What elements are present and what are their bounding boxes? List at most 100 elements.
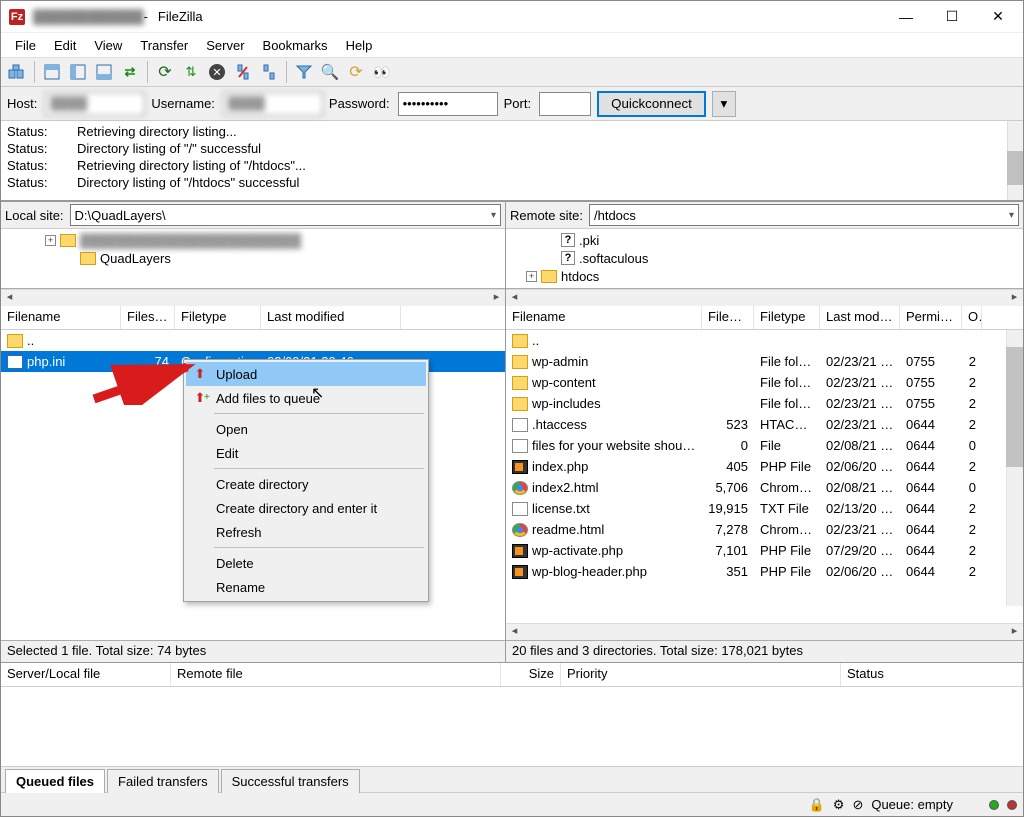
menu-file[interactable]: File [7, 36, 44, 55]
tree-node[interactable]: QuadLayers [5, 249, 501, 267]
file-row[interactable]: .. [1, 330, 505, 351]
context-menu-item[interactable]: Refresh [186, 520, 426, 544]
file-row[interactable]: wp-blog-header.php351PHP File02/06/20 2.… [506, 561, 1023, 582]
menu-help[interactable]: Help [338, 36, 381, 55]
local-site-row: Local site: D:\QuadLayers\ ▾ [1, 201, 505, 229]
sync-button[interactable]: ⟳ [344, 60, 368, 84]
col-owner[interactable]: O [962, 306, 982, 329]
col-filesize[interactable]: Filesize [121, 306, 175, 329]
context-menu-item[interactable]: Rename [186, 575, 426, 599]
toolbar: ⇄ ⟳ ⇅ ✕ 🔍 ⟳ 👀 [1, 57, 1023, 87]
queue-col-status[interactable]: Status [841, 663, 1023, 686]
remote-list-header: Filename Filesize Filetype Last modifi..… [506, 306, 1023, 330]
file-row[interactable]: wp-activate.php7,101PHP File07/29/20 0..… [506, 540, 1023, 561]
activity-led-send [989, 800, 999, 810]
file-row[interactable]: wp-contentFile folder02/23/21 0...07552 [506, 372, 1023, 393]
username-input[interactable] [223, 92, 323, 116]
remote-tree-hscroll[interactable]: ◂▸ [506, 289, 1023, 306]
disconnect-button[interactable] [231, 60, 255, 84]
queue-tab[interactable]: Failed transfers [107, 769, 219, 793]
queue-col-remote[interactable]: Remote file [171, 663, 501, 686]
col-filetype[interactable]: Filetype [175, 306, 261, 329]
file-row[interactable]: .htaccess523HTACCE...02/23/21 0...06442 [506, 414, 1023, 435]
tree-node[interactable]: +htdocs [510, 267, 1019, 285]
toggle-log-button[interactable] [40, 60, 64, 84]
context-menu-item[interactable]: Open [186, 417, 426, 441]
col-lastmodified[interactable]: Last modified [261, 306, 401, 329]
filter-button[interactable] [292, 60, 316, 84]
context-menu-item[interactable]: ⬆Upload [186, 362, 426, 386]
queue-col-size[interactable]: Size [501, 663, 561, 686]
col-filetype[interactable]: Filetype [754, 306, 820, 329]
queue-col-priority[interactable]: Priority [561, 663, 841, 686]
quickconnect-dropdown[interactable]: ▾ [712, 91, 736, 117]
col-filename[interactable]: Filename [506, 306, 702, 329]
queue-col-server[interactable]: Server/Local file [1, 663, 171, 686]
file-row[interactable]: index.php405PHP File02/06/20 2...06442 [506, 456, 1023, 477]
remote-list-hscroll[interactable]: ◂▸ [506, 623, 1023, 640]
file-row[interactable]: wp-adminFile folder02/23/21 0...07552 [506, 351, 1023, 372]
local-tree-hscroll[interactable]: ◂▸ [1, 289, 505, 306]
gear-icon[interactable]: ⚙ [833, 797, 845, 813]
file-row[interactable]: readme.html7,278Chrome ...02/23/21 0...0… [506, 519, 1023, 540]
file-row[interactable]: files for your website shoul...0File02/0… [506, 435, 1023, 456]
remote-tree[interactable]: ?.pki?.softaculous+htdocs [506, 229, 1023, 289]
local-site-combo[interactable]: D:\QuadLayers\ ▾ [70, 204, 501, 226]
close-button[interactable]: ✕ [975, 2, 1021, 32]
remote-file-list[interactable]: ..wp-adminFile folder02/23/21 0...07552w… [506, 330, 1023, 623]
col-permissions[interactable]: Permissi... [900, 306, 962, 329]
quickconnect-button[interactable]: Quickconnect [597, 91, 706, 117]
status-bar: 🔒 ⚙ ⊘ Queue: empty [1, 792, 1023, 816]
context-menu-item[interactable]: Create directory and enter it [186, 496, 426, 520]
remote-site-combo[interactable]: /htdocs ▾ [589, 204, 1019, 226]
context-menu-item[interactable]: Edit [186, 441, 426, 465]
minimize-button[interactable]: — [883, 2, 929, 32]
menu-view[interactable]: View [86, 36, 130, 55]
context-menu-item[interactable]: ⬆+Add files to queue [186, 386, 426, 410]
search-button[interactable]: 👀 [370, 60, 394, 84]
tree-node[interactable]: +████████████████████████ [5, 231, 501, 249]
sync-browsing-button[interactable]: ⇄ [118, 60, 142, 84]
log-scrollbar-thumb[interactable] [1007, 151, 1023, 185]
context-menu-item[interactable]: Create directory [186, 472, 426, 496]
tree-node[interactable]: ?.softaculous [510, 249, 1019, 267]
stop-icon[interactable]: ⊘ [852, 797, 863, 813]
toggle-queue-button[interactable] [92, 60, 116, 84]
tree-node[interactable]: ?.pki [510, 231, 1019, 249]
queue-tab[interactable]: Queued files [5, 769, 105, 793]
host-input[interactable] [45, 92, 145, 116]
queue-body[interactable] [1, 687, 1023, 766]
menu-edit[interactable]: Edit [46, 36, 84, 55]
file-row[interactable]: .. [506, 330, 1023, 351]
local-list-header: Filename Filesize Filetype Last modified [1, 306, 505, 330]
context-menu-item[interactable]: Delete [186, 551, 426, 575]
password-input[interactable] [398, 92, 498, 116]
remote-list-vscroll-thumb[interactable] [1006, 347, 1023, 467]
remote-site-row: Remote site: /htdocs ▾ [506, 201, 1023, 229]
process-queue-button[interactable]: ⇅ [179, 60, 203, 84]
chevron-down-icon: ▾ [491, 210, 496, 221]
port-input[interactable] [539, 92, 591, 116]
queue-tab[interactable]: Successful transfers [221, 769, 360, 793]
title-bar: Fz ████████████ - FileZilla — ☐ ✕ [1, 1, 1023, 33]
compare-button[interactable]: 🔍 [318, 60, 342, 84]
col-filename[interactable]: Filename [1, 306, 121, 329]
col-filesize[interactable]: Filesize [702, 306, 754, 329]
local-tree[interactable]: +████████████████████████QuadLayers [1, 229, 505, 289]
toggle-tree-button[interactable] [66, 60, 90, 84]
file-row[interactable]: index2.html5,706Chrome ...02/08/21 1...0… [506, 477, 1023, 498]
queue-pane: Server/Local file Remote file Size Prior… [1, 662, 1023, 792]
col-lastmodified[interactable]: Last modifi... [820, 306, 900, 329]
file-row[interactable]: wp-includesFile folder02/23/21 0...07552 [506, 393, 1023, 414]
reconnect-button[interactable] [257, 60, 281, 84]
site-manager-button[interactable] [5, 60, 29, 84]
window-controls: — ☐ ✕ [883, 2, 1021, 32]
refresh-button[interactable]: ⟳ [153, 60, 177, 84]
activity-led-recv [1007, 800, 1017, 810]
menu-bookmarks[interactable]: Bookmarks [255, 36, 336, 55]
maximize-button[interactable]: ☐ [929, 2, 975, 32]
menu-server[interactable]: Server [198, 36, 252, 55]
file-row[interactable]: license.txt19,915TXT File02/13/20 0...06… [506, 498, 1023, 519]
cancel-button[interactable]: ✕ [205, 60, 229, 84]
menu-transfer[interactable]: Transfer [132, 36, 196, 55]
